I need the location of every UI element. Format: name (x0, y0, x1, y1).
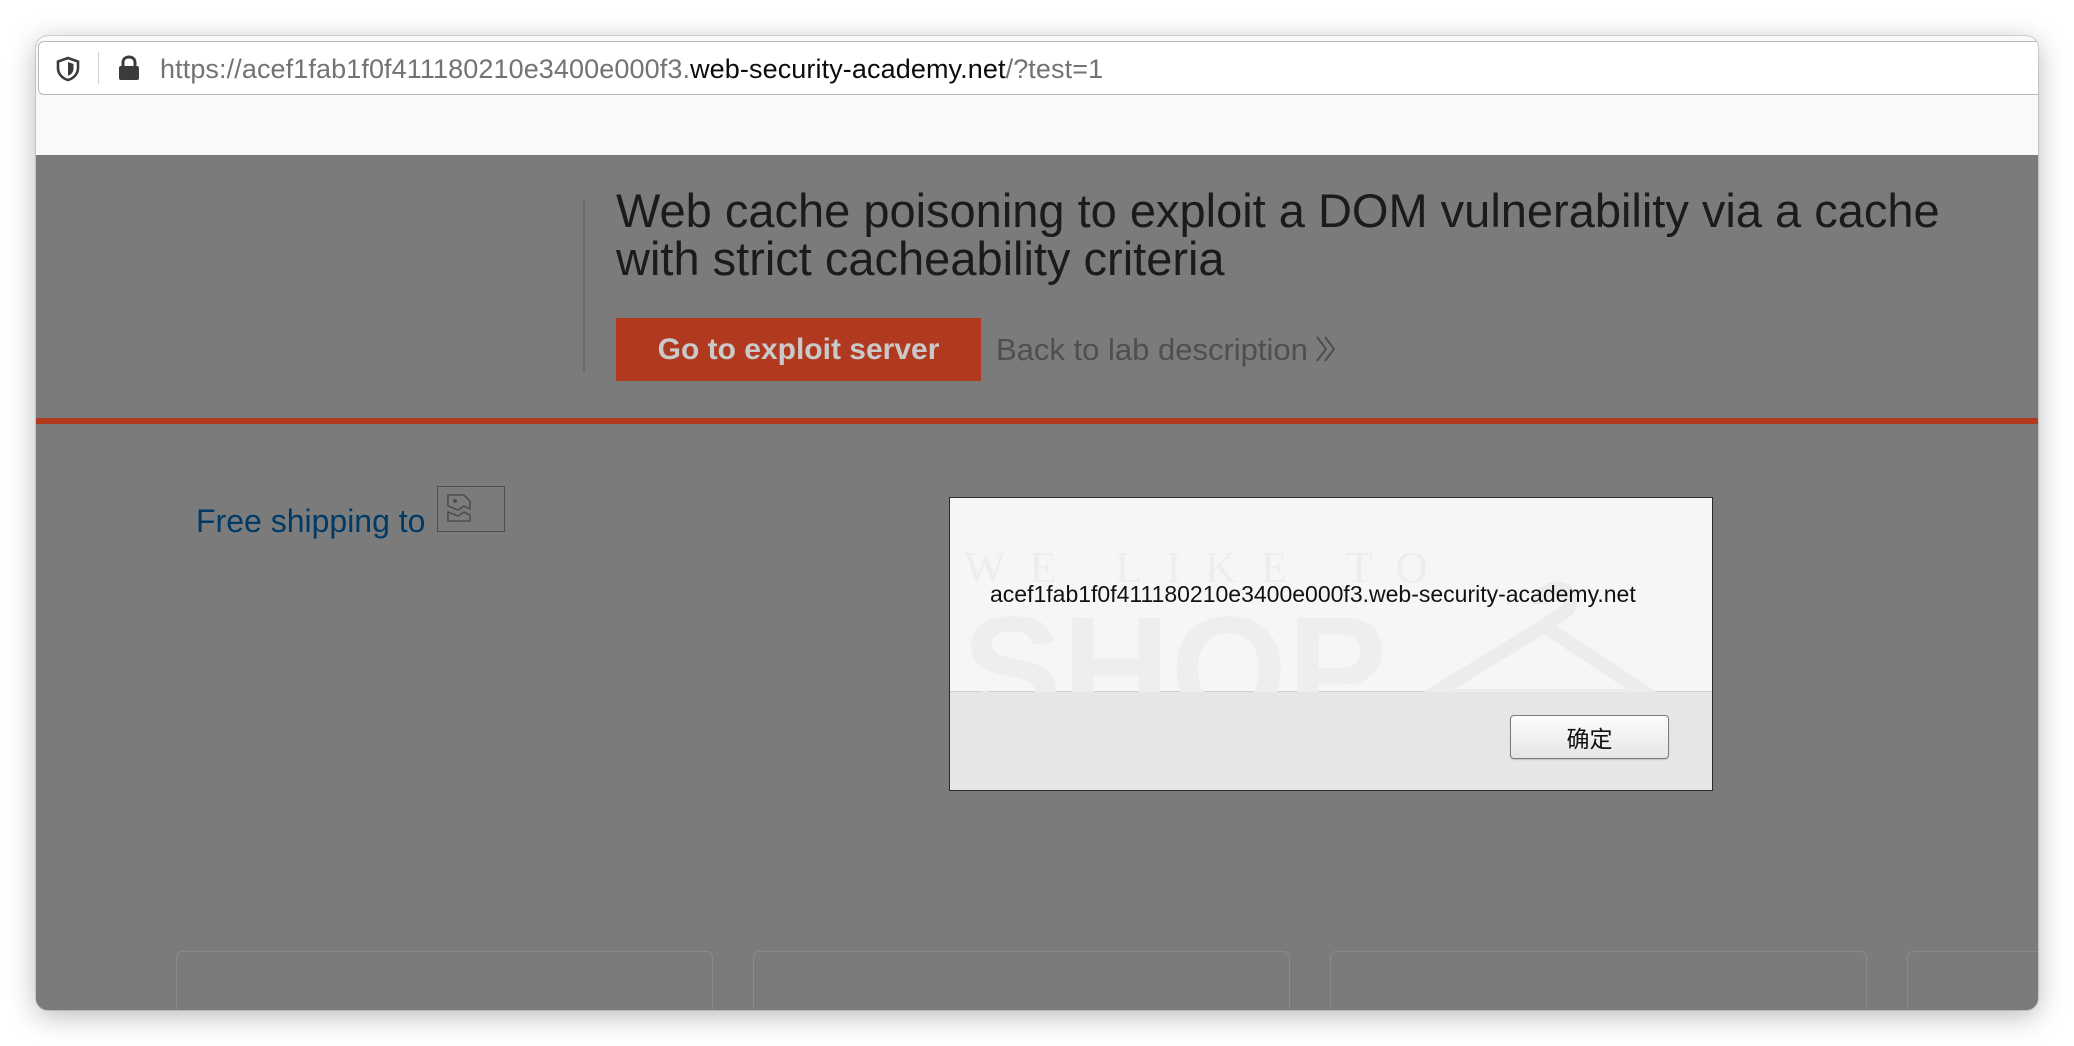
product-card[interactable] (1907, 951, 2038, 1010)
product-card[interactable] (176, 951, 713, 1010)
url-text[interactable]: https://acef1fab1f0f411180210e3400e000f3… (160, 53, 1103, 85)
alert-dialog: WE LIKE TO SHOP acef1fab1f0f411180210e34… (949, 497, 1713, 791)
tracking-protection-shield-icon[interactable] (55, 56, 81, 82)
free-shipping-text: Free shipping to (196, 503, 426, 539)
header-divider (583, 200, 585, 372)
go-to-exploit-server-button[interactable]: Go to exploit server (616, 318, 981, 381)
back-link-label: Back to lab description (996, 332, 1308, 367)
alert-message: acef1fab1f0f411180210e3400e000f3.web-sec… (990, 581, 1636, 607)
alert-dialog-body: WE LIKE TO SHOP acef1fab1f0f411180210e34… (950, 498, 1712, 744)
browser-toolbar: https://acef1fab1f0f411180210e3400e000f3… (36, 36, 2038, 156)
double-chevron-right-icon (1316, 336, 1336, 362)
hanger-icon (1420, 581, 1660, 703)
ok-button[interactable]: 确定 (1510, 715, 1669, 759)
lab-header: Web cache poisoning to exploit a DOM vul… (36, 155, 2038, 424)
broken-image-icon (447, 494, 471, 522)
product-card[interactable] (753, 951, 1290, 1010)
address-bar-separator (98, 52, 99, 84)
product-card[interactable] (1330, 951, 1867, 1010)
broken-image-placeholder (437, 486, 505, 532)
back-to-lab-description-link[interactable]: Back to lab description (996, 331, 1338, 369)
lab-title: Web cache poisoning to exploit a DOM vul… (616, 184, 1940, 285)
address-bar[interactable]: https://acef1fab1f0f411180210e3400e000f3… (38, 41, 2038, 95)
browser-window: https://acef1fab1f0f411180210e3400e000f3… (36, 36, 2038, 1010)
lock-icon[interactable] (116, 54, 142, 82)
